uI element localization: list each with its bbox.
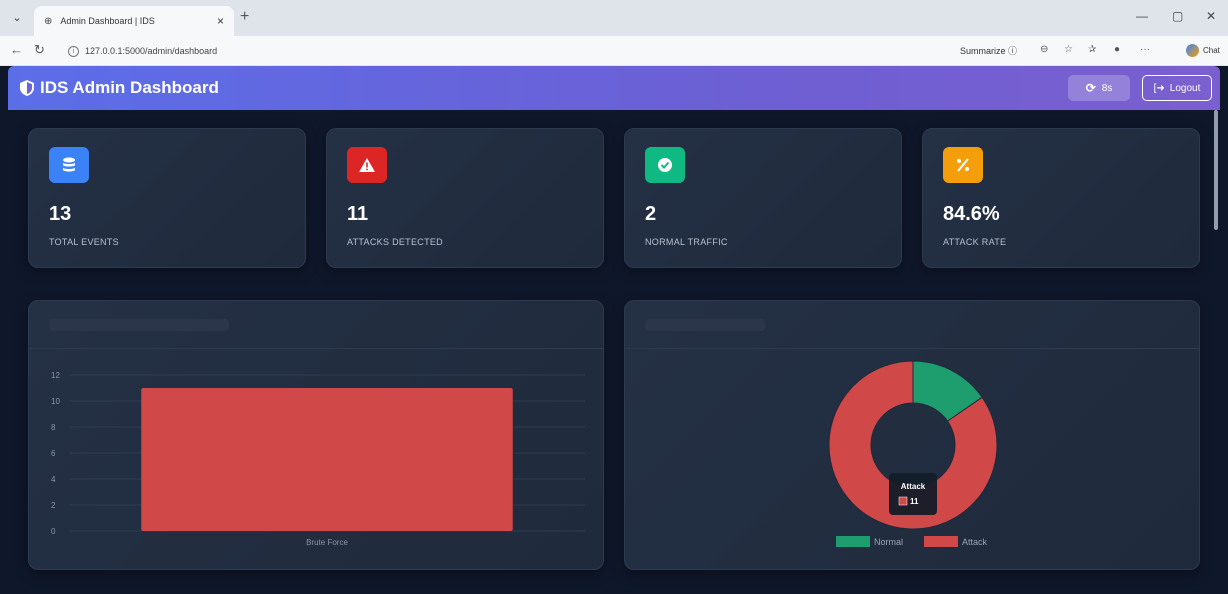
favorite-star-icon[interactable]: ☆ (1064, 44, 1073, 55)
url-field[interactable]: i 127.0.0.1:5000/admin/dashboard (62, 40, 462, 62)
stat-value: 11 (347, 203, 369, 225)
stat-label: ATTACKS DETECTED (347, 237, 443, 247)
stat-label: NORMAL TRAFFIC (645, 237, 728, 247)
y-tick-label: 8 (51, 423, 56, 432)
summarize-label: Summarize (960, 46, 1006, 56)
logout-icon: [➜ (1153, 82, 1165, 94)
scrollbar-thumb[interactable] (1214, 110, 1218, 230)
donut-chart: Attack 11 Normal Attack (828, 360, 998, 547)
globe-icon: ⊕ (44, 15, 53, 27)
stat-card-normal-traffic: 2 NORMAL TRAFFIC (624, 128, 902, 268)
legend-label-normal[interactable]: Normal (874, 537, 903, 547)
maximize-button[interactable]: ▢ (1172, 9, 1183, 23)
check-circle-icon (645, 147, 685, 183)
refresh-button[interactable]: ⟳ 8s (1068, 75, 1130, 101)
more-icon[interactable]: ··· (1140, 44, 1150, 55)
database-icon (49, 147, 89, 183)
chart-title-placeholder (49, 319, 229, 331)
logout-label: Logout (1169, 82, 1201, 94)
chat-button[interactable]: Chat (1186, 44, 1220, 57)
attack-types-chart-card: 0 2 4 6 8 10 12 Brute Force (28, 300, 604, 570)
chat-label: Chat (1203, 46, 1220, 55)
warning-icon (347, 147, 387, 183)
new-tab-button[interactable]: + (240, 8, 249, 26)
dashboard-page: IDS Admin Dashboard ⟳ 8s [➜ Logout 13 TO… (8, 66, 1220, 594)
stat-value: 13 (49, 203, 72, 225)
logout-button[interactable]: [➜ Logout (1142, 75, 1212, 101)
profile-icon[interactable]: ● (1114, 44, 1120, 55)
browser-tab-bar: ⌄ ⊕ Admin Dashboard | IDS × + — ▢ ✕ (0, 0, 1228, 36)
summarize-button[interactable]: Summarize ⓘ (960, 44, 1017, 57)
bar-chart: 0 2 4 6 8 10 12 Brute Force (51, 371, 585, 547)
percent-icon (943, 147, 983, 183)
tooltip-title: Attack (901, 482, 926, 491)
url-text: 127.0.0.1:5000/admin/dashboard (85, 46, 218, 56)
chart-header (29, 301, 603, 349)
y-tick-label: 4 (51, 475, 56, 484)
brand[interactable]: IDS Admin Dashboard (20, 78, 219, 98)
y-tick-label: 0 (51, 527, 56, 536)
back-icon[interactable]: ← (10, 42, 23, 57)
copilot-icon (1186, 44, 1199, 57)
browser-address-bar: ← ↻ i 127.0.0.1:5000/admin/dashboard Sum… (0, 36, 1228, 66)
tab-title: Admin Dashboard | IDS (60, 16, 155, 26)
refresh-icon: ⟳ (1085, 81, 1096, 95)
site-info-icon[interactable]: i (68, 45, 79, 57)
x-tick-label: Brute Force (306, 538, 348, 547)
minimize-button[interactable]: — (1136, 9, 1148, 23)
chart-header (625, 301, 1199, 349)
page-title: IDS Admin Dashboard (40, 78, 219, 97)
y-tick-label: 12 (51, 371, 60, 380)
refresh-countdown: 8s (1101, 82, 1113, 94)
legend-label-attack[interactable]: Attack (962, 537, 988, 547)
traffic-distribution-chart-card: Attack 11 Normal Attack (624, 300, 1200, 570)
stat-value: 2 (645, 203, 657, 225)
tab-list-icon[interactable]: ⌄ (8, 9, 26, 27)
stat-card-attack-rate: 84.6% ATTACK RATE (922, 128, 1200, 268)
stat-label: ATTACK RATE (943, 237, 1007, 247)
close-window-button[interactable]: ✕ (1206, 9, 1216, 23)
tab-close-button[interactable]: × (217, 14, 224, 28)
browser-tab[interactable]: ⊕ Admin Dashboard | IDS × (34, 6, 234, 36)
y-tick-label: 10 (51, 397, 60, 406)
stat-card-total-events: 13 TOTAL EVENTS (28, 128, 306, 268)
legend-swatch[interactable] (836, 536, 870, 547)
stat-card-attacks-detected: 11 ATTACKS DETECTED (326, 128, 604, 268)
read-aloud-icon[interactable]: ⊖ (1040, 44, 1048, 55)
tooltip-swatch (898, 496, 908, 506)
chart-tooltip: Attack 11 (889, 473, 937, 515)
top-navbar: IDS Admin Dashboard ⟳ 8s [➜ Logout (8, 66, 1220, 110)
stat-value: 84.6% (943, 203, 1000, 225)
bar[interactable] (141, 388, 513, 531)
legend-swatch[interactable] (924, 536, 958, 547)
tooltip-value: 11 (910, 497, 919, 506)
shield-icon (20, 80, 34, 96)
y-tick-label: 2 (51, 501, 56, 510)
y-tick-label: 6 (51, 449, 56, 458)
chart-title-placeholder (645, 319, 765, 331)
stat-label: TOTAL EVENTS (49, 237, 119, 247)
favorites-icon[interactable]: ✰ (1088, 44, 1096, 55)
reload-icon[interactable]: ↻ (34, 42, 45, 58)
